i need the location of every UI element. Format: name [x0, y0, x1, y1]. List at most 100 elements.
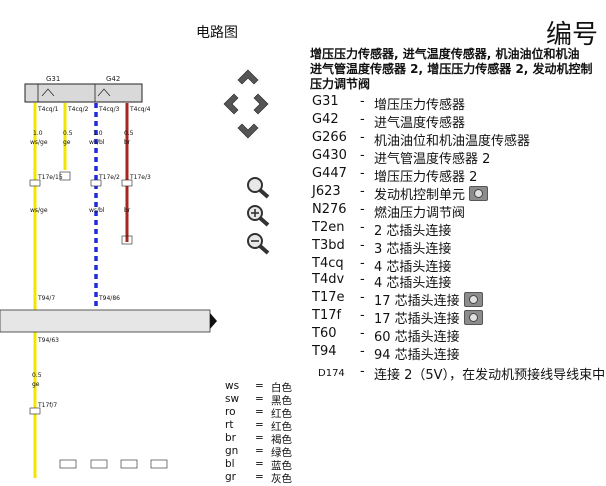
wire-color-eq: = — [255, 471, 264, 483]
wire-2-size: 0.5 — [63, 130, 73, 137]
page-title: 电路图 — [196, 25, 238, 41]
component-code: G31 — [312, 94, 339, 109]
component-code: T4dv — [312, 272, 345, 287]
lower-size: 0.5 — [32, 372, 42, 379]
pan-left-icon[interactable] — [223, 93, 239, 115]
wire-1-conn: T17e/15 — [38, 174, 63, 181]
component-description: 增压压力传感器 2 — [374, 166, 477, 185]
component-description-text: 3 芯插头连接 — [374, 242, 452, 257]
wire-color-eq: = — [255, 419, 264, 431]
wire-1-color2: ws/ge — [30, 207, 48, 214]
component-description-text: 17 芯插头连接 — [374, 294, 460, 309]
component-code: T2en — [312, 220, 345, 235]
component-dash: - — [360, 290, 365, 305]
wire-color-code: ro — [225, 406, 236, 418]
wire-color-code: gr — [225, 471, 236, 483]
zoom-in-icon[interactable] — [244, 202, 272, 228]
camera-icon[interactable] — [463, 292, 483, 307]
component-description: 60 芯插头连接 — [374, 326, 460, 345]
component-dash: - — [360, 202, 365, 217]
component-dash: - — [360, 256, 365, 271]
lower-t94: T94/63 — [38, 337, 59, 344]
component-dash: - — [360, 94, 365, 109]
camera-icon[interactable] — [469, 186, 489, 201]
component-description-text: 4 芯插头连接 — [374, 276, 452, 291]
zoom-out-icon[interactable] — [244, 230, 272, 256]
wire-2-color: ge — [63, 139, 71, 146]
component-code: T4cq — [312, 256, 344, 271]
wire-3-pin: T4cq/3 — [99, 106, 120, 113]
component-description-text: 发动机控制单元 — [374, 188, 466, 203]
wire-4-pin: T4cq/4 — [130, 106, 151, 113]
component-dash: - — [360, 272, 365, 287]
component-g31-label: G31 — [46, 75, 60, 83]
wire-color-eq: = — [255, 380, 264, 392]
component-code: N276 — [312, 202, 347, 217]
component-code: T17e — [312, 290, 345, 305]
wire-color-code: gn — [225, 445, 239, 457]
component-dash: - — [360, 184, 365, 199]
wire-3-size: 1.0 — [93, 130, 103, 137]
pan-down-icon[interactable] — [237, 123, 259, 139]
band-arrow-icon — [210, 313, 217, 329]
circuit-diagram: G31 G42 — [0, 75, 217, 478]
component-dash: - — [360, 364, 365, 379]
legend-heading-line-2: 进气管温度传感器 2, 增压压力传感器 2, 发动机控制 — [310, 62, 593, 76]
lower-color: ge — [32, 381, 40, 388]
wire-4-color: br — [124, 139, 131, 146]
wire-3-color: ws/bl — [89, 139, 105, 146]
component-code: G447 — [312, 166, 347, 181]
component-description-text: 进气温度传感器 — [374, 116, 466, 131]
component-description-text: 17 芯插头连接 — [374, 312, 460, 327]
component-dash: - — [360, 220, 365, 235]
component-description-text: 94 芯插头连接 — [374, 348, 460, 363]
component-code: J623 — [312, 184, 341, 199]
component-description: 机油油位和机油温度传感器 — [374, 130, 530, 149]
pan-up-icon[interactable] — [237, 69, 259, 85]
wire-color-eq: = — [255, 393, 264, 405]
component-code: T3bd — [312, 238, 345, 253]
pan-right-icon[interactable] — [253, 93, 269, 115]
camera-icon[interactable] — [463, 310, 483, 325]
component-description: 燃油压力调节阀 — [374, 202, 465, 221]
wire-1-color: ws/ge — [30, 139, 48, 146]
doc-number: 编号 — [546, 20, 599, 50]
component-dash: - — [360, 344, 365, 359]
component-dash: - — [360, 238, 365, 253]
component-description: 进气管温度传感器 2 — [374, 148, 490, 167]
component-description: 进气温度传感器 — [374, 112, 465, 131]
legend-heading-line-3: 压力调节阀 — [310, 77, 371, 91]
wire-4-color2: br — [124, 207, 131, 214]
wire-color-eq: = — [255, 445, 264, 457]
component-dash: - — [360, 326, 365, 341]
component-description: 连接 2（5V），在发动机预接线导线束中 — [374, 364, 605, 383]
wire-color-eq: = — [255, 458, 264, 470]
wire-color-code: ws — [225, 380, 240, 392]
component-description-text: 进气管温度传感器 2 — [374, 152, 491, 167]
wire-1-size: 1.0 — [33, 130, 43, 137]
control-unit-band — [0, 309, 211, 333]
component-description: 94 芯插头连接 — [374, 344, 460, 363]
legend-heading: 增压压力传感器, 进气温度传感器, 机油油位和机油 进气管温度传感器 2, 增压… — [310, 47, 606, 92]
component-description-text: 机油油位和机油温度传感器 — [374, 134, 531, 149]
wire-2-pin: T4cq/2 — [68, 106, 89, 113]
wire-color-code: sw — [225, 393, 240, 405]
wire-4-conn: T17e/3 — [130, 174, 151, 181]
wire-3-t94: T94/86 — [99, 295, 120, 302]
legend-heading-line-1: 增压压力传感器, 进气温度传感器, 机油油位和机油 — [310, 47, 580, 61]
component-description: 3 芯插头连接 — [374, 238, 451, 257]
component-code: T94 — [312, 344, 337, 359]
component-description-text: 连接 2（5V），在发动机预接线导线束中 — [374, 368, 606, 383]
component-description: 2 芯插头连接 — [374, 220, 451, 239]
wire-1-t94: T94/7 — [38, 295, 56, 302]
wire-color-code: bl — [225, 458, 235, 470]
component-description: 17 芯插头连接 — [374, 290, 483, 309]
zoom-fit-icon[interactable] — [244, 174, 272, 200]
component-description-text: 燃油压力调节阀 — [374, 206, 466, 221]
component-dash: - — [360, 130, 365, 145]
component-g42-label: G42 — [106, 75, 120, 83]
component-code: G266 — [312, 130, 347, 145]
wire-color-code: rt — [225, 419, 234, 431]
wire-1-pin: T4cq/1 — [38, 106, 59, 113]
component-description-text: 60 芯插头连接 — [374, 330, 460, 345]
